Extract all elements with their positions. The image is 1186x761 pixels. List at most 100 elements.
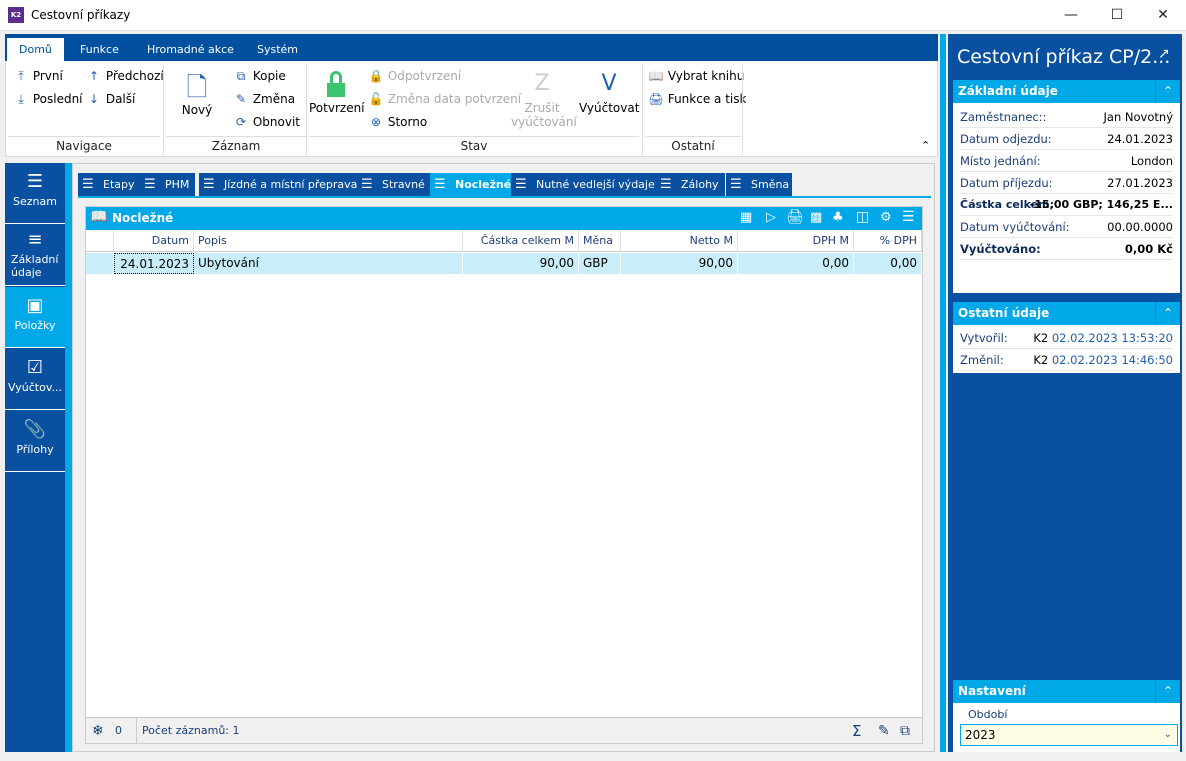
tab-zalohy[interactable]: ☰ Zálohy [656, 173, 725, 196]
nav-zakladni-udaje[interactable]: ≡ Základní údaje [5, 225, 65, 286]
column-header-castka[interactable]: Částka celkem M [463, 230, 579, 252]
cluster-icon[interactable]: ♣ [832, 210, 844, 225]
play-icon[interactable]: ▷ [766, 210, 776, 225]
column-header-datum[interactable]: Datum [114, 230, 194, 252]
cell-dph[interactable]: 0,00 [738, 253, 854, 274]
unconfirm-button[interactable]: 🔒 Odpotvrzení [368, 69, 462, 83]
tab-etapy[interactable]: ☰ Etapy [78, 173, 141, 196]
columns-icon[interactable]: ◫ [856, 209, 869, 225]
open-external-icon[interactable]: ↗ [1158, 46, 1170, 62]
record-title: Cestovní příkaz CP/2... [957, 46, 1171, 68]
row-indicator-header [86, 230, 114, 252]
sum-icon[interactable]: Σ [852, 718, 861, 744]
group-divider [742, 65, 743, 155]
column-header-dph[interactable]: DPH M [738, 230, 854, 252]
menu-icon: ☰ [203, 177, 215, 192]
tab-underline [78, 196, 931, 198]
close-icon[interactable]: ✕ [1140, 0, 1186, 31]
last-button[interactable]: ⤓ Poslední [13, 92, 82, 107]
refresh-icon: ⟳ [235, 115, 247, 129]
ribbon-tab-domu[interactable]: Domů [7, 38, 64, 61]
select-book-button[interactable]: 📖 Vybrat knihu [648, 69, 745, 83]
nav-seznam[interactable]: ☰ Seznam [5, 163, 65, 224]
menu-icon[interactable]: ☰ [902, 209, 915, 225]
collapse-ribbon-icon[interactable]: ⌃ [921, 139, 930, 152]
settle-button[interactable]: V Vyúčtovat [579, 71, 639, 115]
section-header-ostatni[interactable]: Ostatní údaje ⌃ [953, 302, 1180, 325]
cell-procento-dph[interactable]: 0,00 [854, 253, 922, 274]
menu-icon: ☰ [82, 177, 94, 192]
tab-phm[interactable]: ☰ PHM [140, 173, 196, 196]
minimize-icon[interactable]: — [1048, 0, 1094, 31]
copy-button[interactable]: ⧉ Kopie [233, 69, 286, 84]
record-count: Počet záznamů: 1 [136, 718, 240, 744]
cell-mena[interactable]: GBP [579, 253, 621, 274]
gear-icon[interactable]: ⚙ [880, 210, 892, 225]
obdobi-label: Období [968, 708, 1008, 721]
ribbon-tab-system[interactable]: Systém [245, 38, 310, 61]
maximize-icon[interactable]: ☐ [1094, 0, 1140, 31]
section-header-zakladni[interactable]: Základní údaje ⌃ [953, 80, 1180, 103]
nav-polozky[interactable]: ▣ Položky [5, 287, 65, 348]
cancel-settlement-button[interactable]: Z Zrušit vyúčtování [511, 71, 577, 129]
group-label-zaznam: Záznam [166, 136, 306, 156]
pencil-icon[interactable]: ✎ [878, 718, 890, 744]
nav-accent-strip [65, 163, 72, 752]
collapse-icon[interactable]: ⌃ [1155, 80, 1180, 103]
v-icon: V [601, 71, 617, 96]
field-datum-odjezdu: Datum odjezdu: 24.01.2023 [960, 128, 1173, 150]
nav-prilohy[interactable]: 📎 Přílohy [5, 411, 65, 472]
column-header-mena[interactable]: Měna [579, 230, 621, 252]
functions-print-button[interactable]: 🖨 Funkce a tisk [648, 92, 746, 106]
tab-smena[interactable]: ☰ Směna [726, 173, 792, 196]
obdobi-select[interactable]: 2023 ⌄ [960, 724, 1178, 746]
printer-icon[interactable]: 🖨 [786, 209, 804, 225]
column-header-popis[interactable]: Popis [194, 230, 463, 252]
new-document-icon: 🗋 [186, 73, 208, 103]
column-header-netto[interactable]: Netto M [621, 230, 738, 252]
confirm-button[interactable]: Potvrzení [309, 71, 365, 115]
tab-nutne-vedlejsi-vydaje[interactable]: ☰ Nutné vedlejší výdaje [511, 173, 661, 196]
excel-export-icon[interactable]: ▦ [740, 210, 752, 225]
group-divider [306, 65, 307, 155]
tab-jizdne[interactable]: ☰ Jízdné a místní přeprava [199, 173, 364, 196]
clipboard-check-icon: ☑ [26, 357, 44, 378]
window-title: Cestovní příkazy [31, 8, 131, 22]
refresh-button[interactable]: ⟳ Obnovit [233, 115, 300, 129]
tab-stravne[interactable]: ☰ Stravné [357, 173, 431, 196]
panel-splitter[interactable] [940, 34, 946, 752]
lock-icon: 🔒 [368, 69, 384, 83]
cell-datum[interactable]: 24.01.2023 [114, 253, 194, 274]
nav-vyuctovani[interactable]: ☑ Vyúčtov... [5, 349, 65, 410]
tab-nocلezne[interactable]: ☰ Nocležné [430, 173, 518, 196]
collapse-icon[interactable]: ⌃ [1155, 302, 1180, 325]
cell-netto[interactable]: 90,00 [621, 253, 738, 274]
data-grid: 📖 Nocležné ▦ ▷ 🖨 ▩ ♣ ◫ ⚙ ☰ Datum Popis Č… [85, 206, 923, 744]
first-button[interactable]: ⤒ První [13, 69, 62, 84]
row-indicator [86, 253, 114, 274]
storno-button[interactable]: ⊗ Storno [368, 115, 427, 129]
add-record-icon[interactable]: ⧉ [900, 718, 910, 744]
collapse-icon[interactable]: ⌃ [1155, 680, 1180, 703]
new-button[interactable]: 🗋 Nový [181, 69, 213, 117]
ribbon-tab-funkce[interactable]: Funkce [68, 38, 131, 61]
cell-castka[interactable]: 90,00 [463, 253, 579, 274]
grid-title: Nocležné [112, 211, 174, 225]
pencil-icon: ✎ [235, 92, 247, 106]
snowflake-filter-icon[interactable]: ❄ [92, 718, 104, 744]
chart-icon[interactable]: ▩ [810, 210, 822, 225]
field-zmenil: Změnil: K2 02.02.2023 14:46:50 [960, 349, 1173, 371]
ribbon-tab-hromadne-akce[interactable]: Hromadné akce [135, 38, 246, 61]
field-castka-celkem: Částka celkem: -15,00 GBP; 146,25 E... [960, 194, 1173, 216]
printer-icon: 🖨 [648, 92, 664, 106]
cell-popis[interactable]: Ubytování [194, 253, 463, 274]
column-header-procento-dph[interactable]: % DPH [854, 230, 922, 252]
edit-button[interactable]: ✎ Změna [233, 92, 295, 106]
next-button[interactable]: ↓ Další [86, 92, 135, 106]
change-confirm-date-button[interactable]: 🔓 Změna data potvrzení [368, 92, 522, 106]
group-label-stav: Stav [309, 136, 639, 156]
previous-button[interactable]: ↑ Předchozí [86, 69, 164, 83]
section-header-nastaveni[interactable]: Nastavení ⌃ [953, 680, 1180, 703]
arrow-down-icon: ↓ [88, 92, 100, 106]
grid-footer: ❄ 0 Počet záznamů: 1 Σ ✎ ⧉ [86, 717, 922, 744]
